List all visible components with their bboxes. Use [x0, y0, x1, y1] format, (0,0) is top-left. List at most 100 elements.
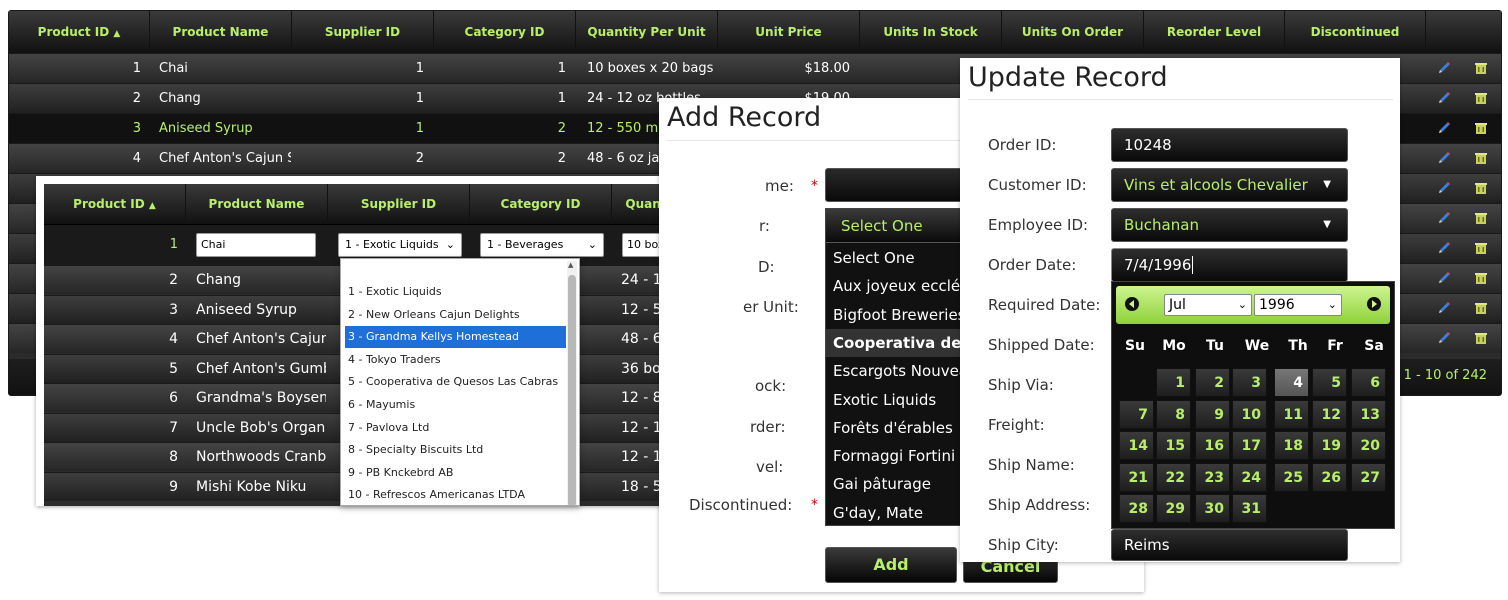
dropdown-option[interactable]: 2 - New Orleans Cajun Delights	[345, 304, 566, 326]
col-reorder-level[interactable]: Reorder Level	[1144, 11, 1285, 53]
calendar-day[interactable]: 25	[1274, 462, 1309, 492]
calendar-day[interactable]: 19	[1312, 431, 1347, 460]
edit-pencil-icon[interactable]	[1436, 210, 1452, 226]
calendar-day[interactable]: 29	[1156, 494, 1191, 523]
delete-trash-icon[interactable]	[1473, 180, 1489, 196]
calendar-day[interactable]: 31	[1232, 494, 1267, 523]
calendar-day[interactable]: 15	[1156, 431, 1191, 460]
year-select[interactable]: 1996 ⌄	[1254, 294, 1342, 316]
edit-pencil-icon[interactable]	[1436, 300, 1452, 316]
calendar-day[interactable]: 13	[1351, 399, 1386, 429]
calendar-day[interactable]: 26	[1312, 462, 1347, 492]
customer-id-select[interactable]: Vins et alcools Chevalier ▼	[1111, 168, 1348, 202]
category-select[interactable]: 1 - Beverages ⌄	[480, 233, 604, 257]
edit-pencil-icon[interactable]	[1436, 240, 1452, 256]
dropdown-option[interactable]: 8 - Specialty Biscuits Ltd	[345, 439, 566, 461]
col-category-id[interactable]: Category ID	[434, 11, 576, 53]
calendar-day[interactable]: 20	[1351, 431, 1386, 460]
delete-trash-icon[interactable]	[1473, 270, 1489, 286]
edit-pencil-icon[interactable]	[1436, 270, 1452, 286]
edit-pencil-icon[interactable]	[1436, 60, 1452, 76]
sort-up-icon: ▲	[148, 201, 156, 211]
col-product-name[interactable]: Product Name	[150, 11, 292, 53]
dropdown-option[interactable]: 9 - PB Knckebrd AB	[345, 462, 566, 484]
dropdown-option[interactable]: 1 - Exotic Liquids	[345, 281, 566, 303]
scrollbar[interactable]: ▲	[567, 261, 577, 505]
supplier-select[interactable]: 1 - Exotic Liquids ⌄	[338, 233, 462, 257]
order-id-field[interactable]: 10248	[1111, 128, 1348, 162]
prev-month-icon[interactable]	[1124, 296, 1140, 312]
date-picker[interactable]: Jul ⌄ 1996 ⌄ Su Mo Tu We Th Fr Sa 1 2 3 4 5 6 7 8 9 10 11 1…	[1111, 281, 1395, 529]
edit-pencil-icon[interactable]	[1436, 90, 1452, 106]
next-month-icon[interactable]	[1366, 296, 1382, 312]
calendar-day[interactable]: 6	[1351, 368, 1386, 397]
col-supplier-id[interactable]: Supplier ID	[292, 11, 434, 53]
calendar-day[interactable]: 8	[1156, 399, 1191, 429]
calendar-day[interactable]: 12	[1312, 399, 1347, 429]
edit-pencil-icon[interactable]	[1436, 330, 1452, 346]
dropdown-option[interactable]: 6 - Mayumis	[345, 394, 566, 416]
col-discontinued[interactable]: Discontinued	[1285, 11, 1426, 53]
col-qty-per-unit[interactable]: Quantity Per Unit	[576, 11, 718, 53]
scroll-up-icon[interactable]: ▲	[568, 261, 573, 269]
calendar-day[interactable]: 30	[1195, 494, 1230, 523]
calendar-day[interactable]: 14	[1119, 431, 1154, 460]
col-product-id[interactable]: Product ID ▲	[44, 184, 186, 224]
dropdown-option[interactable]: 3 - Grandma Kellys Homestead	[345, 326, 566, 349]
edit-pencil-icon[interactable]	[1436, 180, 1452, 196]
product-name-field[interactable]	[825, 168, 965, 202]
calendar-day[interactable]: 24	[1232, 462, 1267, 492]
delete-trash-icon[interactable]	[1473, 210, 1489, 226]
col-supplier-id[interactable]: Supplier ID	[328, 184, 470, 224]
calendar-day[interactable]: 7	[1119, 399, 1154, 429]
delete-trash-icon[interactable]	[1473, 330, 1489, 346]
scroll-thumb[interactable]	[568, 275, 576, 505]
col-category-id[interactable]: Category ID	[470, 184, 612, 224]
product-name-input[interactable]: Chai	[196, 233, 316, 257]
delete-trash-icon[interactable]	[1473, 60, 1489, 76]
cell-price: $18.00	[804, 61, 851, 76]
col-units-on-order[interactable]: Units On Order	[1002, 11, 1144, 53]
calendar-day[interactable]: 21	[1119, 462, 1154, 492]
edit-pencil-icon[interactable]	[1436, 120, 1452, 136]
calendar-day[interactable]: 17	[1232, 431, 1267, 460]
cell-id: 6	[169, 390, 178, 406]
delete-trash-icon[interactable]	[1473, 150, 1489, 166]
dropdown-option[interactable]: 10 - Refrescos Americanas LTDA	[345, 484, 566, 505]
dropdown-option[interactable]: 5 - Cooperativa de Quesos Las Cabras	[345, 371, 566, 393]
calendar-day[interactable]: 23	[1195, 462, 1230, 492]
delete-trash-icon[interactable]	[1473, 120, 1489, 136]
calendar-day[interactable]: 2	[1195, 368, 1230, 397]
calendar-day[interactable]: 5	[1312, 368, 1347, 397]
col-product-id[interactable]: Product ID ▲	[9, 11, 150, 53]
edit-pencil-icon[interactable]	[1436, 150, 1452, 166]
calendar-day[interactable]: 4	[1274, 368, 1309, 397]
year-value: 1996	[1259, 297, 1295, 313]
ship-city-field[interactable]: Reims	[1111, 529, 1348, 561]
col-units-in-stock[interactable]: Units In Stock	[860, 11, 1002, 53]
delete-trash-icon[interactable]	[1473, 90, 1489, 106]
employee-id-select[interactable]: Buchanan ▼	[1111, 208, 1348, 242]
delete-trash-icon[interactable]	[1473, 240, 1489, 256]
calendar-day[interactable]: 18	[1274, 431, 1309, 460]
calendar-day[interactable]: 3	[1232, 368, 1267, 397]
calendar-day[interactable]: 16	[1195, 431, 1230, 460]
order-date-field[interactable]: 7/4/1996	[1111, 248, 1348, 282]
calendar-day[interactable]: 28	[1119, 494, 1154, 523]
calendar-day[interactable]: 10	[1232, 399, 1267, 429]
calendar-day[interactable]: 27	[1351, 462, 1386, 492]
delete-trash-icon[interactable]	[1473, 300, 1489, 316]
add-button[interactable]: Add	[825, 547, 957, 583]
dropdown-option[interactable]: 4 - Tokyo Traders	[345, 349, 566, 371]
calendar-day[interactable]: 9	[1195, 399, 1230, 429]
col-unit-price[interactable]: Unit Price	[718, 11, 860, 53]
calendar-day[interactable]: 11	[1274, 399, 1309, 429]
calendar-day[interactable]: 1	[1156, 368, 1191, 397]
cell-name: Chef Anton's Cajun Seasoning	[196, 331, 326, 347]
calendar-day[interactable]: 22	[1156, 462, 1191, 492]
dropdown-option[interactable]: 7 - Pavlova Ltd	[345, 417, 566, 439]
caret-down-icon: ▼	[1323, 219, 1331, 230]
col-product-name[interactable]: Product Name	[186, 184, 328, 224]
month-select[interactable]: Jul ⌄	[1164, 294, 1252, 316]
supplier-dropdown-list[interactable]: 1 - Exotic Liquids 2 - New Orleans Cajun …	[340, 258, 580, 506]
